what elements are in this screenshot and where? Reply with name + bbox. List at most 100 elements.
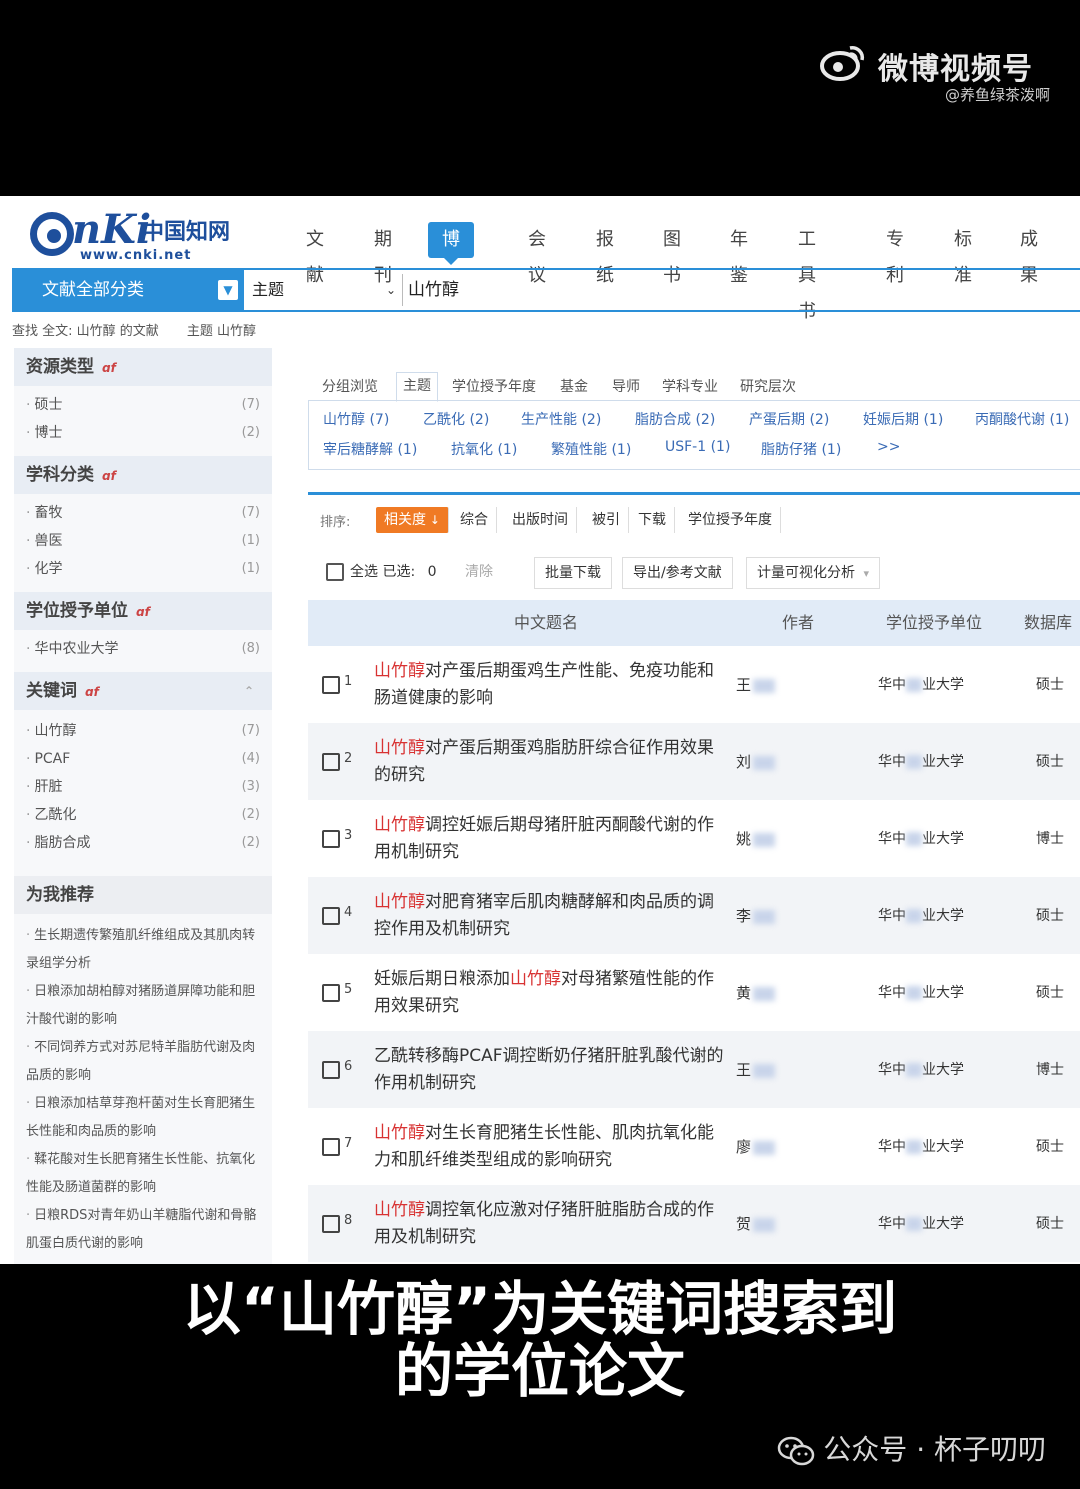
degree-unit-link[interactable]: 华中 业大学 [878, 751, 964, 771]
col-db[interactable]: 数据库 [1024, 600, 1072, 646]
analysis-icon[interactable]: ɑf [85, 685, 99, 699]
degree-unit-link[interactable]: 华中 业大学 [878, 905, 964, 925]
group-tab[interactable]: 学科专业 [662, 374, 718, 400]
group-item[interactable]: 宰后糖酵解 (1) [323, 439, 417, 459]
nav-tab[interactable]: 工具书 [798, 222, 816, 322]
sidebar-section-subject[interactable]: 学科分类 ɑf [14, 456, 272, 494]
collapse-icon[interactable]: ⌃ [244, 672, 254, 710]
sidebar-item[interactable]: 畜牧 (7) [26, 500, 260, 526]
visualization-button[interactable]: 计量可视化分析 ▾ [746, 557, 880, 589]
sidebar-item[interactable]: 博士 (2) [26, 420, 260, 446]
group-item[interactable]: 妊娠后期 (1) [863, 409, 943, 429]
thesis-title-link[interactable]: 乙酰转移酶PCAF调控断奶仔猪肝脏乳酸代谢的作用机制研究 [374, 1043, 726, 1097]
group-tab[interactable]: 主题 [396, 372, 438, 402]
breadcrumb-item[interactable]: 主题 山竹醇 [187, 324, 256, 339]
group-item[interactable]: 脂肪合成 (2) [635, 409, 715, 429]
export-button[interactable]: 导出/参考文献 [622, 557, 733, 589]
degree-unit-link[interactable]: 华中 业大学 [878, 828, 964, 848]
row-checkbox[interactable] [322, 1138, 340, 1156]
thesis-title-link[interactable]: 山竹醇对生长育肥猪生长性能、肌肉抗氧化能力和肌纤维类型组成的影响研究 [374, 1120, 726, 1174]
sidebar-item[interactable]: 山竹醇 (7) [26, 718, 260, 744]
sidebar-item[interactable]: 肝脏 (3) [26, 774, 260, 800]
degree-unit-link[interactable]: 华中 业大学 [878, 1136, 964, 1156]
sort-option[interactable]: 被引 [584, 507, 629, 533]
sidebar-item[interactable]: 华中农业大学 (8) [26, 636, 260, 662]
group-tab[interactable]: 研究层次 [740, 374, 796, 400]
author-link[interactable]: 王 [736, 1059, 776, 1080]
sort-option[interactable]: 出版时间 [504, 507, 577, 533]
author-link[interactable]: 贺 [736, 1213, 776, 1234]
sidebar-item[interactable]: 化学 (1) [26, 556, 260, 582]
degree-unit-link[interactable]: 华中 业大学 [878, 1213, 964, 1233]
nav-tab[interactable]: 报纸 [596, 222, 614, 286]
group-item[interactable]: 生产性能 (2) [521, 409, 601, 429]
author-link[interactable]: 李 [736, 905, 776, 926]
group-tab[interactable]: 导师 [612, 374, 640, 400]
recommend-item[interactable]: 日粮添加桔草芽孢杆菌对生长育肥猪生长性能和肉品质的影响 [26, 1090, 262, 1146]
author-link[interactable]: 刘 [736, 751, 776, 772]
row-checkbox[interactable] [322, 753, 340, 771]
recommend-item[interactable]: 生长期遗传繁殖肌纤维组成及其肌肉转录组学分析 [26, 922, 262, 978]
sidebar-item[interactable]: 兽医 (1) [26, 528, 260, 554]
author-link[interactable]: 姚 [736, 828, 776, 849]
row-checkbox[interactable] [322, 1061, 340, 1079]
nav-tab[interactable]: 会议 [528, 222, 546, 286]
recommend-item[interactable]: 不同饲养方式对苏尼特羊脂肪代谢及肉品质的影响 [26, 1034, 262, 1090]
nav-tab[interactable]: 文献 [306, 222, 324, 286]
clear-button[interactable]: 清除 [465, 564, 493, 580]
recommend-item[interactable]: 鞣花酸对生长肥育猪生长性能、抗氧化性能及肠道菌群的影响 [26, 1146, 262, 1202]
group-item[interactable]: 乙酰化 (2) [423, 409, 489, 429]
col-title[interactable]: 中文题名 [514, 600, 578, 646]
row-checkbox[interactable] [322, 984, 340, 1002]
row-checkbox[interactable] [322, 830, 340, 848]
degree-unit-link[interactable]: 华中 业大学 [878, 674, 964, 694]
sort-option[interactable]: 学位授予年度 [680, 507, 781, 533]
sort-option[interactable]: 下载 [630, 507, 675, 533]
batch-download-button[interactable]: 批量下载 [534, 557, 612, 589]
group-item[interactable]: 产蛋后期 (2) [749, 409, 829, 429]
sort-option[interactable]: 相关度 ↓ [376, 507, 449, 533]
row-checkbox[interactable] [322, 676, 340, 694]
degree-unit-link[interactable]: 华中 业大学 [878, 982, 964, 1002]
nav-tab[interactable]: 成果 [1020, 222, 1038, 286]
sidebar-item[interactable]: 脂肪合成 (2) [26, 830, 260, 856]
breadcrumb-item[interactable]: 查找 全文: 山竹醇 的文献 [12, 324, 159, 339]
sidebar-section-degree-unit[interactable]: 学位授予单位 ɑf [14, 592, 272, 630]
sidebar-section-keywords[interactable]: 关键词 ɑf ⌃ [14, 672, 272, 710]
thesis-title-link[interactable]: 山竹醇对肥育猪宰后肌肉糖酵解和肉品质的调控作用及机制研究 [374, 889, 726, 943]
analysis-icon[interactable]: ɑf [102, 361, 116, 375]
group-item[interactable]: 抗氧化 (1) [451, 439, 517, 459]
group-item[interactable]: USF-1 (1) [665, 439, 730, 455]
select-all-checkbox[interactable]: 全选 已选: 0 清除 [326, 557, 493, 587]
degree-unit-link[interactable]: 华中 业大学 [878, 1059, 964, 1079]
thesis-title-link[interactable]: 山竹醇对产蛋后期蛋鸡生产性能、免疫功能和肠道健康的影响 [374, 658, 726, 712]
nav-tab[interactable]: 博硕士 [428, 222, 474, 322]
row-checkbox[interactable] [322, 907, 340, 925]
col-author[interactable]: 作者 [782, 600, 814, 646]
nav-tab[interactable]: 标准 [954, 222, 972, 286]
group-item[interactable]: 脂肪仔猪 (1) [761, 439, 841, 459]
sort-option[interactable]: 综合 [452, 507, 497, 533]
author-link[interactable]: 廖 [736, 1136, 776, 1157]
sidebar-item[interactable]: PCAF (4) [26, 746, 260, 772]
analysis-icon[interactable]: ɑf [102, 469, 116, 483]
group-item[interactable]: >> [877, 439, 900, 455]
sidebar-item[interactable]: 硕士 (7) [26, 392, 260, 418]
cnki-logo[interactable]: nKi 中国知网 www.cnki.net [30, 206, 250, 264]
field-select[interactable]: 主题 ⌄ [252, 274, 403, 306]
row-checkbox[interactable] [322, 1215, 340, 1233]
group-tab[interactable]: 基金 [560, 374, 588, 400]
category-dropdown[interactable]: 文献全部分类 ▼ [14, 270, 244, 310]
nav-tab[interactable]: 专利 [886, 222, 904, 286]
nav-tab[interactable]: 年鉴 [730, 222, 748, 286]
author-link[interactable]: 王 [736, 674, 776, 695]
group-item[interactable]: 山竹醇 (7) [323, 409, 389, 429]
recommend-item[interactable]: 日粮添加胡柏醇对猪肠道屏障功能和胆汁酸代谢的影响 [26, 978, 262, 1034]
sidebar-item[interactable]: 乙酰化 (2) [26, 802, 260, 828]
nav-tab[interactable]: 期刊 [374, 222, 392, 286]
analysis-icon[interactable]: ɑf [136, 605, 150, 619]
col-unit[interactable]: 学位授予单位 [886, 600, 982, 646]
sidebar-section-resource-type[interactable]: 资源类型 ɑf [14, 348, 272, 386]
nav-tab[interactable]: 图书 [663, 222, 681, 286]
author-link[interactable]: 黄 [736, 982, 776, 1003]
